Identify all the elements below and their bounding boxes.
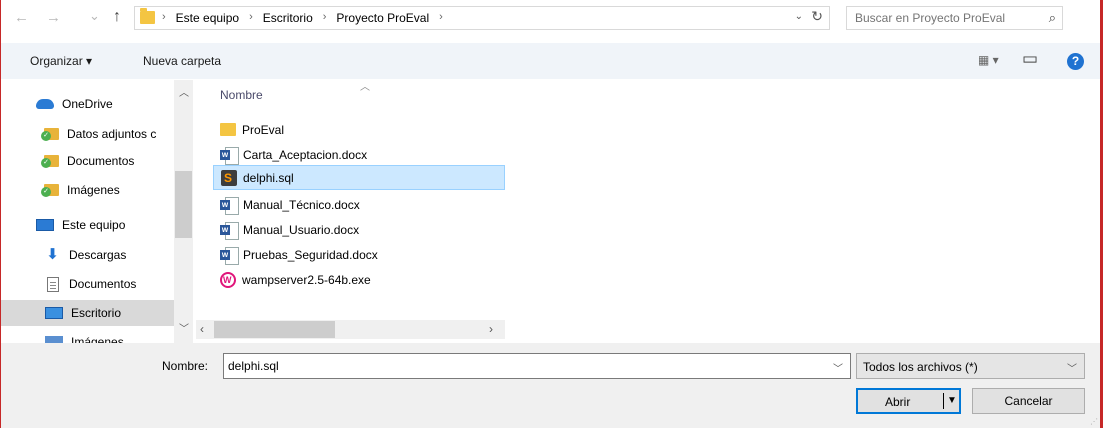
download-arrow-icon: ⬇ xyxy=(46,246,59,263)
search-box[interactable]: ⌕ xyxy=(846,6,1063,30)
nav-item-label: OneDrive xyxy=(62,97,113,111)
forward-arrow-icon[interactable]: → xyxy=(46,10,61,26)
word-doc-icon xyxy=(220,196,239,215)
refresh-icon[interactable]: ↻ xyxy=(811,8,823,25)
computer-icon xyxy=(36,219,54,231)
scroll-right-icon[interactable]: › xyxy=(489,322,493,336)
sublime-text-icon xyxy=(221,169,237,186)
breadcrumb-proyecto-proeval[interactable]: Proyecto ProEval xyxy=(336,11,429,25)
nav-item-escritorio[interactable]: Escritorio xyxy=(1,300,174,326)
chevron-down-icon[interactable]: ﹀ xyxy=(1067,360,1077,375)
file-name-combobox[interactable]: ﹀ xyxy=(223,353,851,379)
cancel-button[interactable]: Cancelar xyxy=(972,388,1085,414)
synced-folder-icon xyxy=(41,155,59,168)
folder-icon xyxy=(140,8,155,24)
file-name: ProEval xyxy=(242,122,285,137)
nav-item-label: Descargas xyxy=(69,248,127,262)
file-name: Manual_Técnico.docx xyxy=(243,197,360,212)
breadcrumb: › Este equipo › Escritorio › Proyecto Pr… xyxy=(162,11,453,25)
scrollbar-thumb[interactable] xyxy=(214,321,335,338)
search-input[interactable] xyxy=(855,11,1025,25)
column-header-name[interactable]: Nombre xyxy=(220,88,263,102)
nav-item-imagenes-onedrive[interactable]: Imágenes xyxy=(1,177,174,203)
file-item-carta-aceptacion[interactable]: Carta_Aceptacion.docx xyxy=(213,142,505,167)
scroll-left-icon[interactable]: ‹ xyxy=(200,322,204,336)
nav-item-label: Documentos xyxy=(69,277,137,291)
nav-item-label: Este equipo xyxy=(62,218,126,232)
file-type-value: Todos los archivos (*) xyxy=(863,360,978,374)
breadcrumb-separator: › xyxy=(162,11,166,23)
sort-ascending-icon: ︿ xyxy=(360,82,370,93)
nav-item-label: Documentos xyxy=(67,154,135,168)
scroll-up-icon[interactable]: ︿ xyxy=(179,84,189,99)
file-name-input[interactable] xyxy=(228,359,808,373)
file-item-manual-tecnico[interactable]: Manual_Técnico.docx xyxy=(213,192,505,217)
back-arrow-icon[interactable]: ← xyxy=(14,10,29,26)
recent-locations-icon[interactable]: ⌄ xyxy=(89,8,100,24)
search-icon[interactable]: ⌕ xyxy=(1049,10,1056,26)
file-name: Carta_Aceptacion.docx xyxy=(243,147,368,162)
wampserver-icon xyxy=(220,271,236,288)
file-name: Manual_Usuario.docx xyxy=(243,222,360,237)
desktop-icon xyxy=(45,307,63,319)
scroll-down-icon[interactable]: ﹀ xyxy=(179,320,189,335)
onedrive-cloud-icon xyxy=(36,99,54,109)
file-type-select[interactable]: Todos los archivos (*) ﹀ xyxy=(856,353,1085,379)
file-item-delphi-sql[interactable]: delphi.sql xyxy=(213,165,505,190)
scrollbar-thumb[interactable] xyxy=(175,171,192,238)
preview-pane-icon[interactable]: ▭ xyxy=(1022,49,1038,69)
file-name: delphi.sql xyxy=(243,170,294,185)
address-bar[interactable]: › Este equipo › Escritorio › Proyecto Pr… xyxy=(134,6,830,30)
breadcrumb-este-equipo[interactable]: Este equipo xyxy=(176,11,239,25)
file-list-horizontal-scrollbar[interactable]: ‹ › xyxy=(196,320,505,339)
nav-item-label: Datos adjuntos c xyxy=(67,127,157,141)
breadcrumb-separator[interactable]: › xyxy=(439,11,443,25)
navigation-vertical-scrollbar[interactable]: ︿ ﹀ xyxy=(174,80,193,343)
document-icon xyxy=(47,276,59,292)
open-options-dropdown-icon[interactable]: ▼ xyxy=(947,395,957,406)
file-name: wampserver2.5-64b.exe xyxy=(242,272,371,287)
nav-item-label: Imágenes xyxy=(67,183,120,197)
up-arrow-icon[interactable]: ↑ xyxy=(113,9,121,25)
breadcrumb-escritorio[interactable]: Escritorio xyxy=(263,11,313,25)
nav-item-datos-adjuntos[interactable]: Datos adjuntos c xyxy=(1,121,174,147)
new-folder-button[interactable]: Nueva carpeta xyxy=(143,54,221,68)
split-divider xyxy=(943,393,944,409)
synced-folder-icon xyxy=(41,128,59,141)
chevron-down-icon[interactable]: ⌄ xyxy=(795,11,803,22)
nav-item-documentos-onedrive[interactable]: Documentos xyxy=(1,148,174,174)
nav-item-label: Imágenes xyxy=(71,335,124,343)
help-icon[interactable]: ? xyxy=(1067,53,1084,70)
resize-grip-icon[interactable]: ⋰ xyxy=(1090,417,1098,426)
command-bar: Organizar ▾ Nueva carpeta ▦ ▾ ▭ ? xyxy=(1,43,1100,79)
nav-item-este-equipo[interactable]: Este equipo xyxy=(1,212,174,238)
word-doc-icon xyxy=(220,221,239,240)
file-item-manual-usuario[interactable]: Manual_Usuario.docx xyxy=(213,217,505,242)
view-options-icon[interactable]: ▦ ▾ xyxy=(978,53,999,67)
nav-item-descargas[interactable]: ⬇ Descargas xyxy=(1,242,174,268)
file-item-wampserver[interactable]: wampserver2.5-64b.exe xyxy=(213,267,505,292)
navigation-pane: OneDrive Datos adjuntos c Documentos Imá… xyxy=(1,80,195,343)
nav-item-imagenes[interactable]: Imágenes xyxy=(1,329,174,343)
open-button[interactable]: Abrir ▼ xyxy=(856,388,961,414)
pictures-icon xyxy=(45,336,63,343)
breadcrumb-separator: › xyxy=(322,11,327,23)
open-button-label: Abrir xyxy=(885,395,911,409)
breadcrumb-separator: › xyxy=(249,11,253,23)
folder-icon xyxy=(220,123,236,136)
organize-button[interactable]: Organizar ▾ xyxy=(30,54,92,68)
chevron-down-icon[interactable]: ﹀ xyxy=(833,360,843,375)
file-item-proeval[interactable]: ProEval xyxy=(213,117,505,142)
file-item-pruebas-seguridad[interactable]: Pruebas_Seguridad.docx xyxy=(213,242,505,267)
file-name-label: Nombre: xyxy=(162,359,209,373)
synced-folder-icon xyxy=(41,184,59,197)
file-name: Pruebas_Seguridad.docx xyxy=(243,247,378,262)
nav-item-documentos[interactable]: Documentos xyxy=(1,271,174,297)
nav-item-onedrive[interactable]: OneDrive xyxy=(1,91,174,117)
word-doc-icon xyxy=(220,246,239,265)
nav-item-label: Escritorio xyxy=(71,306,122,320)
word-doc-icon xyxy=(220,146,239,165)
